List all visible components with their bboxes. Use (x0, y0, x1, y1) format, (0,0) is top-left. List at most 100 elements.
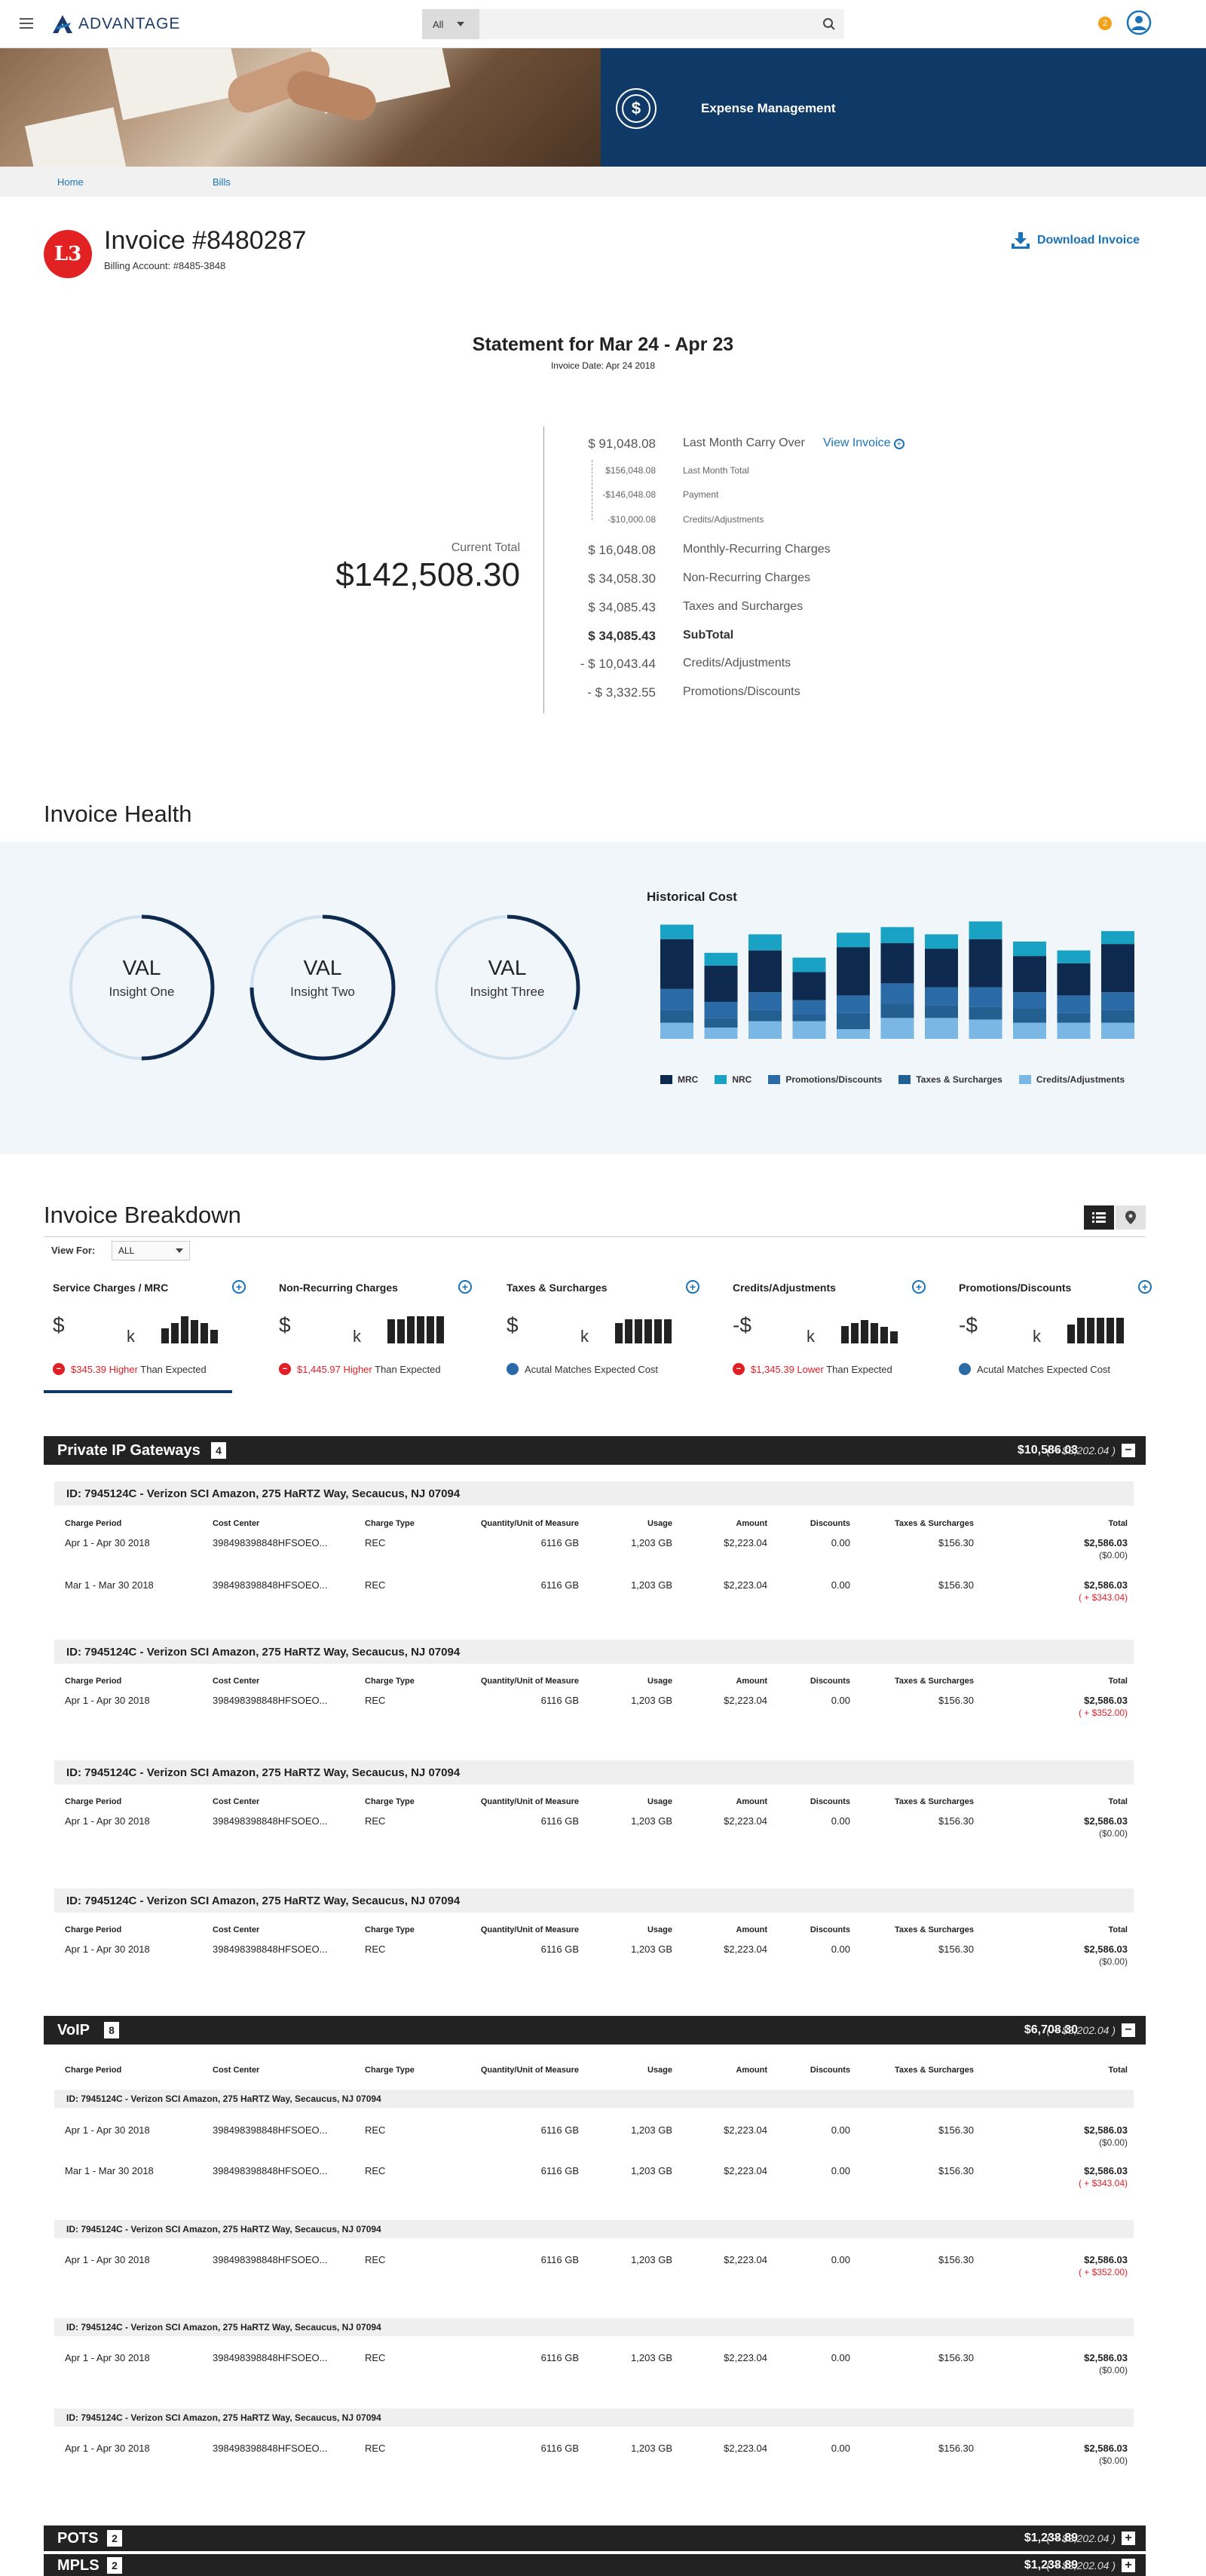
row-total-delta: ($0.00) (1098, 1828, 1128, 1839)
tile-bar (427, 1316, 434, 1343)
summary-tile[interactable]: Taxes & Surcharges + $ k Acutal Matches … (497, 1273, 699, 1395)
column-header: Total (1108, 1797, 1128, 1806)
table-row[interactable]: Apr 1 - Apr 30 2018 398498398848HFSOEO..… (65, 2443, 1144, 2466)
taxes: $156.30 (938, 1943, 974, 1955)
location-id: ID: 7945124C - Verizon SCI Amazon, 275 H… (66, 1487, 461, 1500)
chart-bar-segment (704, 1018, 738, 1028)
location-id-bar[interactable]: ID: 7945124C - Verizon SCI Amazon, 275 H… (54, 1888, 1134, 1913)
cost-center: 398498398848HFSOEO... (213, 1695, 328, 1706)
location-id-bar[interactable]: ID: 7945124C - Verizon SCI Amazon, 275 H… (54, 1640, 1134, 1664)
insight-ring[interactable]: VAL Insight Three (432, 912, 583, 1063)
group-header-private-ip[interactable]: Private IP Gateways 4 $10,586.03 ( + $3,… (44, 1436, 1146, 1465)
chart-bar-segment (1057, 963, 1091, 996)
table-row[interactable]: Apr 1 - Apr 30 2018 398498398848HFSOEO..… (65, 1943, 1144, 1967)
column-header: Cost Center (213, 1797, 260, 1806)
plus-circle-icon[interactable]: + (912, 1280, 926, 1294)
download-invoice-button[interactable]: Download Invoice (1012, 232, 1140, 249)
column-header: Total (1108, 1925, 1128, 1934)
location-id: ID: 7945124C - Verizon SCI Amazon, 275 H… (66, 2412, 381, 2423)
discounts: 0.00 (831, 1815, 850, 1827)
chart-bar-segment (704, 965, 738, 1002)
column-header: Discounts (810, 1797, 850, 1806)
notification-badge[interactable]: 2 (1098, 17, 1112, 30)
insight-ring[interactable]: VAL Insight Two (247, 912, 398, 1063)
legend-item: Promotions/Discounts (768, 1074, 882, 1085)
plus-circle-icon[interactable]: + (686, 1280, 699, 1294)
quantity: 6116 GB (540, 2254, 579, 2265)
expand-icon[interactable]: + (1122, 2532, 1135, 2545)
summary-tile[interactable]: Promotions/Discounts + -$ k Acutal Match… (950, 1273, 1152, 1395)
location-id-bar[interactable]: ID: 7945124C - Verizon SCI Amazon, 275 H… (54, 2409, 1134, 2427)
quantity: 6116 GB (540, 1943, 579, 1955)
view-for-value: ALL (118, 1245, 135, 1256)
location-id-bar[interactable]: ID: 7945124C - Verizon SCI Amazon, 275 H… (54, 2090, 1134, 2108)
table-row[interactable]: Apr 1 - Apr 30 2018 398498398848HFSOEO..… (65, 2124, 1144, 2148)
collapse-icon[interactable]: − (1122, 1444, 1135, 1457)
row-total: $2,586.03 (1084, 2124, 1128, 2136)
collapse-icon[interactable]: − (1122, 2023, 1135, 2037)
quantity: 6116 GB (540, 1815, 579, 1827)
list-icon (1092, 1212, 1106, 1223)
breadcrumb-bills[interactable]: Bills (213, 176, 231, 188)
table-row[interactable]: Apr 1 - Apr 30 2018 398498398848HFSOEO..… (65, 1695, 1144, 1718)
alert-icon: − (279, 1363, 291, 1375)
search-scope-select[interactable]: All (422, 9, 479, 39)
chart-bar-segment (925, 987, 958, 1006)
status-dot-icon (959, 1363, 971, 1375)
tile-bar (436, 1316, 444, 1343)
table-row[interactable]: Mar 1 - Mar 30 2018 398498398848HFSOEO..… (65, 1579, 1144, 1603)
usage: 1,203 GB (631, 2165, 672, 2176)
table-row[interactable]: Apr 1 - Apr 30 2018 398498398848HFSOEO..… (65, 2254, 1144, 2277)
column-header: Quantity/Unit of Measure (480, 1797, 579, 1806)
group-header-voip[interactable]: VoIP 8 $6,708.30 ( + $3,202.04 ) − (44, 2016, 1146, 2045)
brand-logo[interactable]: ADVANTAGE (51, 12, 180, 36)
menu-icon[interactable] (20, 18, 33, 29)
group-header-pots[interactable]: POTS 2 $1,238.89 ( + $3,202.04 ) + (44, 2525, 1146, 2551)
tile-dollar: -$ (733, 1313, 751, 1337)
location-id-bar[interactable]: ID: 7945124C - Verizon SCI Amazon, 275 H… (54, 1760, 1134, 1784)
current-total-label: Current Total (451, 541, 520, 554)
insight-label: Insight Three (470, 985, 545, 999)
expand-icon[interactable]: + (1122, 2559, 1135, 2572)
breadcrumb-home[interactable]: Home (57, 176, 84, 188)
summary-tile[interactable]: Credits/Adjustments + -$ k − $1,345.39 Lo… (724, 1273, 926, 1395)
chart-bar-segment (969, 1019, 1002, 1039)
charge-period: Apr 1 - Apr 30 2018 (65, 2124, 150, 2136)
charge-type: REC (365, 2352, 386, 2363)
plus-circle-icon[interactable]: + (232, 1280, 246, 1294)
plus-circle-icon[interactable]: + (458, 1280, 472, 1294)
insight-ring[interactable]: VAL Insight One (66, 912, 217, 1063)
table-row[interactable]: Apr 1 - Apr 30 2018 398498398848HFSOEO..… (65, 1815, 1144, 1839)
charge-period: Mar 1 - Mar 30 2018 (65, 1579, 154, 1591)
summary-tile[interactable]: Non-Recurring Charges + $ k − $1,445.97 H… (270, 1273, 472, 1395)
column-header: Cost Center (213, 2066, 260, 2075)
map-view-toggle[interactable] (1116, 1205, 1146, 1230)
tile-bar (1116, 1318, 1124, 1343)
summary-tile[interactable]: Service Charges / MRC + $ k − $345.39 Hig… (44, 1273, 246, 1395)
charge-type: REC (365, 1537, 386, 1548)
user-avatar-icon[interactable] (1126, 10, 1152, 35)
view-for-select[interactable]: ALL (112, 1241, 190, 1260)
location-id-bar[interactable]: ID: 7945124C - Verizon SCI Amazon, 275 H… (54, 2318, 1134, 2336)
tile-note: Acutal Matches Expected Cost (959, 1363, 1110, 1375)
chart-bar-segment (880, 1003, 914, 1018)
view-invoice-link[interactable]: View Invoice + (823, 436, 904, 450)
taxes: $156.30 (938, 1579, 974, 1591)
search-icon[interactable] (814, 9, 844, 39)
table-row[interactable]: Apr 1 - Apr 30 2018 398498398848HFSOEO..… (65, 2352, 1144, 2375)
table-row[interactable]: Mar 1 - Mar 30 2018 398498398848HFSOEO..… (65, 2165, 1144, 2189)
list-view-toggle[interactable] (1084, 1205, 1114, 1230)
summary-label: Non-Recurring Charges (683, 571, 810, 584)
location-id-bar[interactable]: ID: 7945124C - Verizon SCI Amazon, 275 H… (54, 1481, 1134, 1505)
plus-circle-icon[interactable]: + (1138, 1280, 1152, 1294)
chart-bar-segment (704, 1028, 738, 1039)
group-name: MPLS (57, 2557, 99, 2574)
search-input[interactable] (479, 9, 814, 39)
table-header: Charge Period Cost Center Charge Type Quant… (65, 1677, 1144, 1689)
table-row[interactable]: Apr 1 - Apr 30 2018 398498398848HFSOEO..… (65, 1537, 1144, 1561)
column-header: Amount (736, 1925, 767, 1934)
location-id-bar[interactable]: ID: 7945124C - Verizon SCI Amazon, 275 H… (54, 2220, 1134, 2238)
group-header-mpls[interactable]: MPLS 2 $1,238.89 ( + $3,202.04 ) + (44, 2554, 1146, 2576)
location-id: ID: 7945124C - Verizon SCI Amazon, 275 H… (66, 2322, 381, 2332)
tile-bar (635, 1319, 642, 1343)
